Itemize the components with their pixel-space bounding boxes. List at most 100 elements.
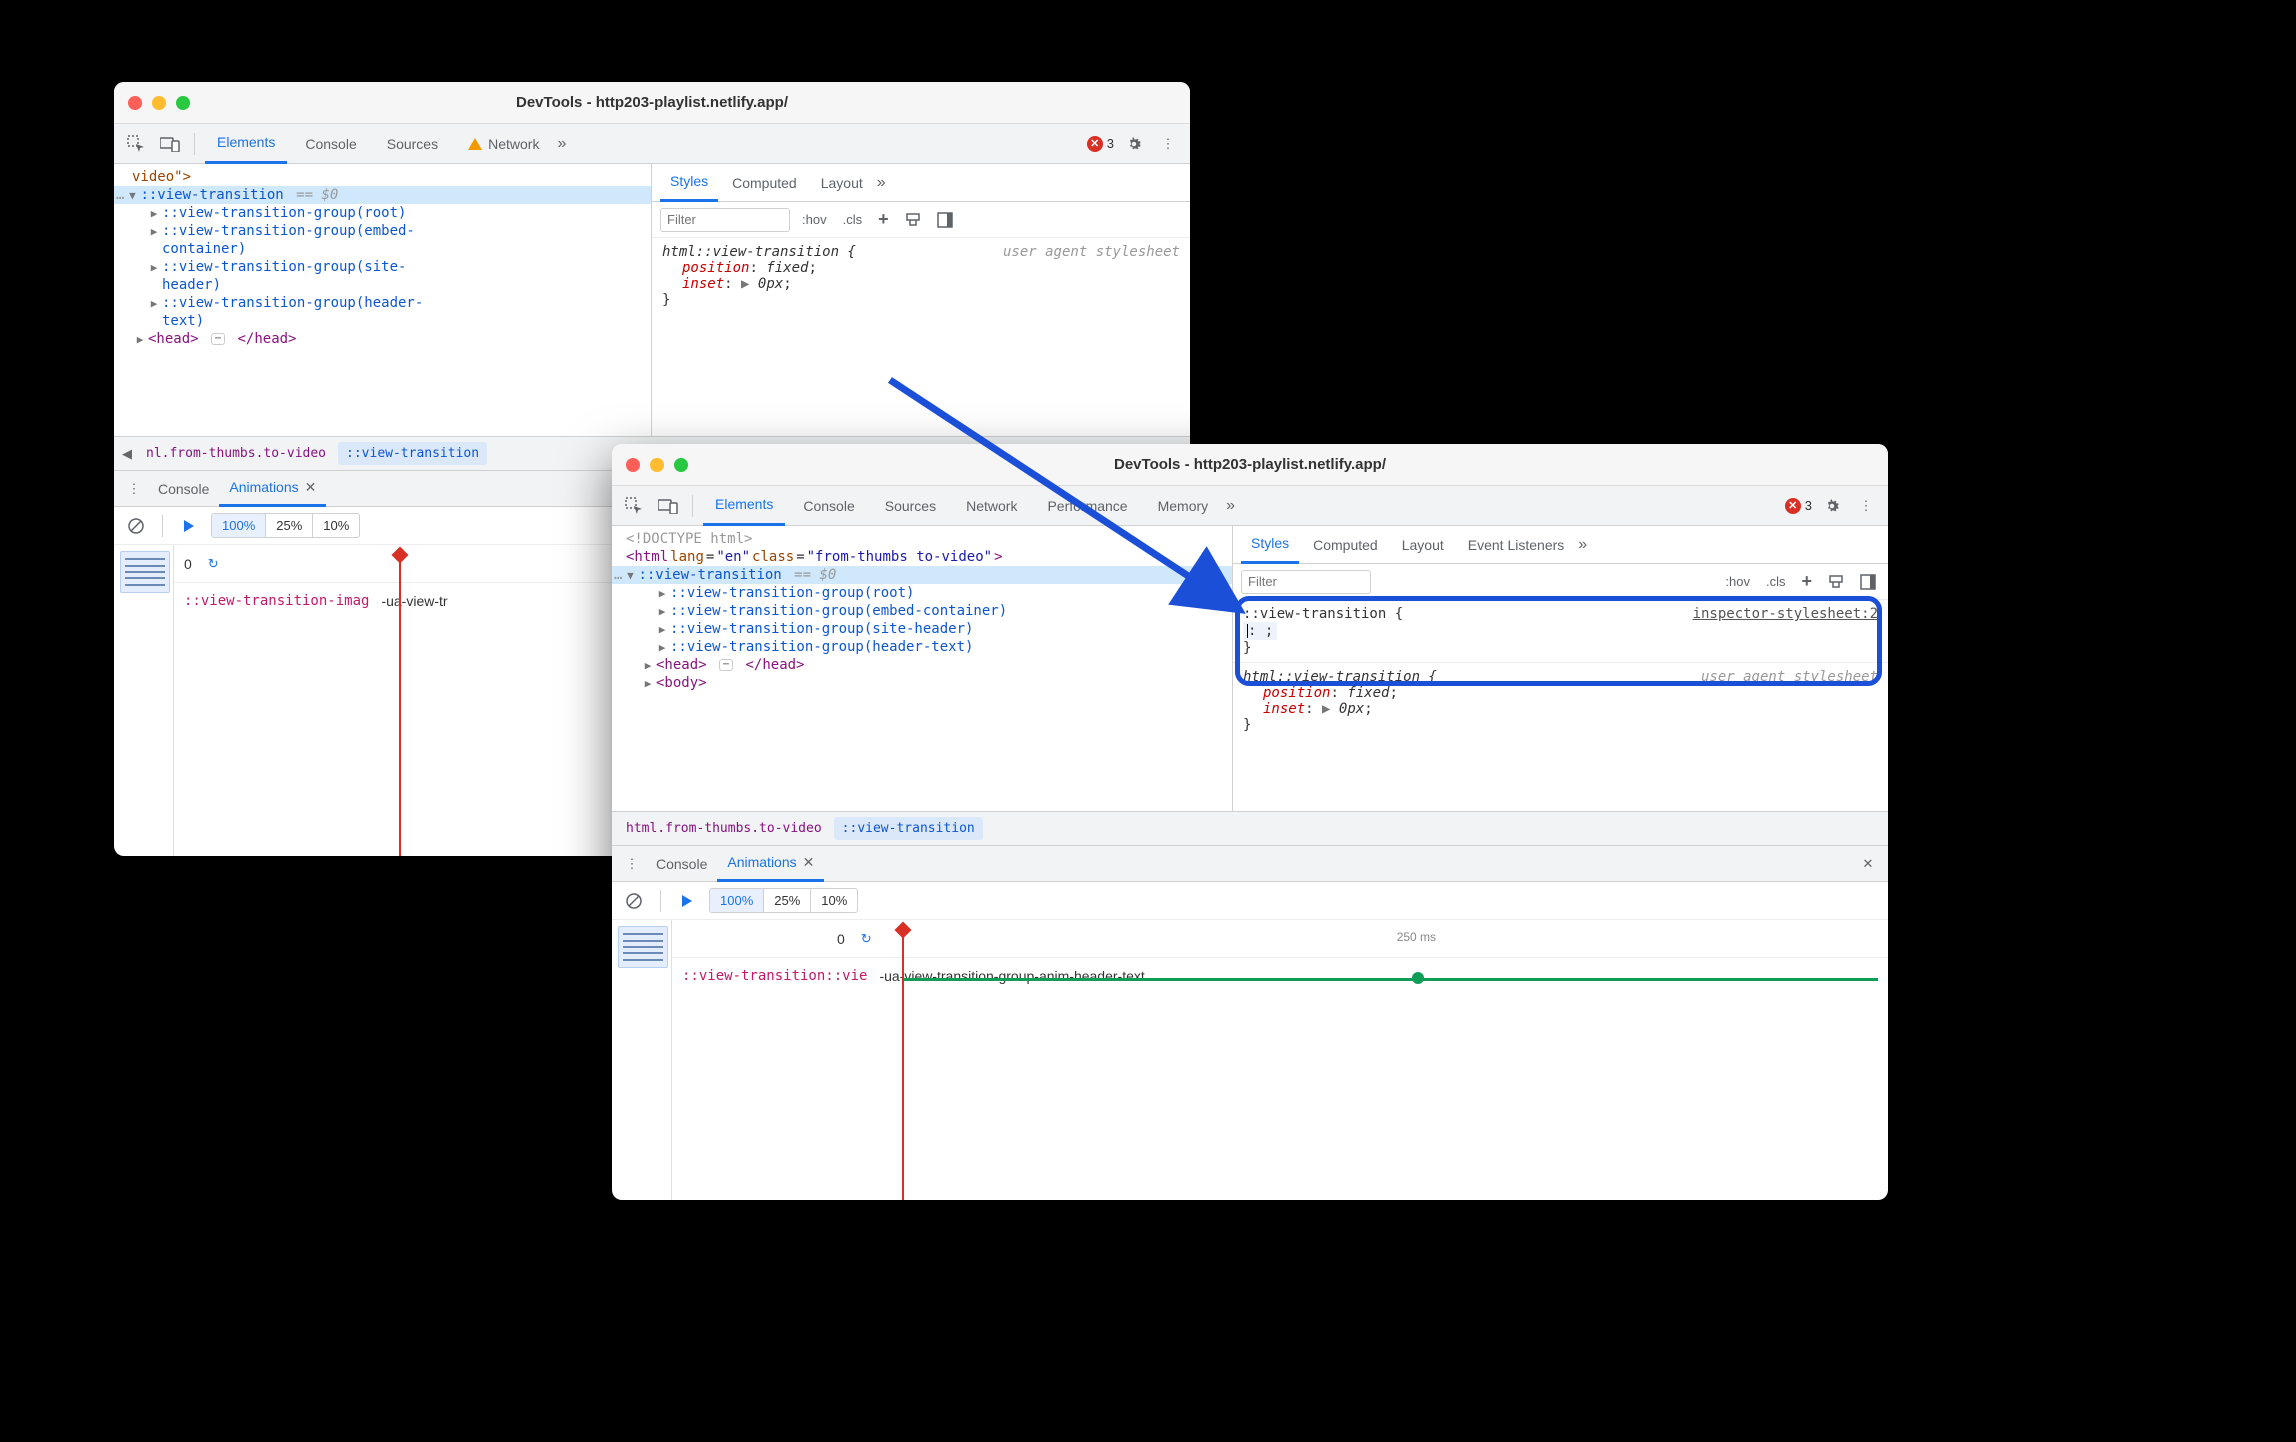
subtab-styles[interactable]: Styles <box>1241 526 1299 564</box>
tab-sources[interactable]: Sources <box>873 486 948 526</box>
cls-button[interactable]: .cls <box>839 210 867 229</box>
dom-tree[interactable]: <!DOCTYPE html> <html lang="en" class="f… <box>612 526 1232 811</box>
more-subtabs-icon[interactable]: » <box>877 174 886 192</box>
drawer-tab-console[interactable]: Console <box>646 846 717 882</box>
speed-10[interactable]: 10% <box>811 889 857 912</box>
new-rule-icon[interactable]: + <box>1797 569 1816 594</box>
drawer-tab-animations[interactable]: Animations✕ <box>219 471 326 507</box>
close-icon[interactable]: ✕ <box>305 479 317 496</box>
replay-icon[interactable]: ↻ <box>208 556 219 572</box>
styles-filter-input[interactable] <box>1241 570 1371 594</box>
clear-icon[interactable] <box>620 887 648 915</box>
dom-line[interactable]: ▶::view-transition-group(site-header) <box>612 620 1232 638</box>
error-count[interactable]: ✕ 3 <box>1785 498 1812 514</box>
crumb-item[interactable]: html.from-thumbs.to-video <box>618 817 830 840</box>
dom-line[interactable]: ▶::view-transition-group(site- <box>114 258 651 276</box>
tab-console[interactable]: Console <box>293 124 368 164</box>
crumb-item[interactable]: nl.from-thumbs.to-video <box>138 442 334 465</box>
css-rule[interactable]: html::view-transition {user agent styles… <box>1233 663 1888 739</box>
dom-line[interactable]: ▶::view-transition-group(embed- <box>114 222 651 240</box>
replay-icon[interactable]: ↻ <box>861 931 872 947</box>
zoom-icon[interactable] <box>674 458 688 472</box>
dom-line[interactable]: text) <box>114 312 651 330</box>
tab-performance[interactable]: Performance <box>1035 486 1139 526</box>
subtab-layout[interactable]: Layout <box>811 164 873 202</box>
device-toolbar-icon[interactable] <box>654 492 682 520</box>
tab-elements[interactable]: Elements <box>205 124 287 164</box>
speed-25[interactable]: 25% <box>266 514 313 537</box>
kebab-icon[interactable]: ⋮ <box>1154 130 1182 158</box>
inspect-element-icon[interactable] <box>122 130 150 158</box>
tab-sources[interactable]: Sources <box>375 124 450 164</box>
more-subtabs-icon[interactable]: » <box>1578 536 1587 554</box>
dom-line[interactable]: <html lang="en" class="from-thumbs to-vi… <box>612 548 1232 566</box>
drawer-kebab-icon[interactable]: ⋮ <box>618 850 646 878</box>
panel-toggle-icon[interactable] <box>933 210 957 230</box>
gear-icon[interactable] <box>1818 492 1846 520</box>
drawer-close-icon[interactable]: ✕ <box>1854 850 1882 878</box>
close-icon[interactable] <box>128 96 142 110</box>
subtab-event-listeners[interactable]: Event Listeners <box>1458 526 1575 564</box>
hov-button[interactable]: :hov <box>1721 572 1754 591</box>
dom-line-selected[interactable]: …▼::view-transition == $0 <box>114 186 651 204</box>
error-count[interactable]: ✕ 3 <box>1087 136 1114 152</box>
animation-timeline[interactable]: 0 ↻ 250 ms ::view-transition::vie-ua-vie… <box>672 920 1888 1200</box>
dom-tree[interactable]: video"> …▼::view-transition == $0 ▶::vie… <box>114 164 651 436</box>
brush-icon[interactable] <box>1824 572 1848 592</box>
track-line[interactable] <box>904 978 1878 981</box>
cls-button[interactable]: .cls <box>1762 572 1790 591</box>
play-icon[interactable] <box>175 512 203 540</box>
speed-25[interactable]: 25% <box>764 889 811 912</box>
clear-icon[interactable] <box>122 512 150 540</box>
minimize-icon[interactable] <box>152 96 166 110</box>
subtab-layout[interactable]: Layout <box>1392 526 1454 564</box>
css-rule[interactable]: html::view-transition {user agent styles… <box>652 238 1190 314</box>
panel-toggle-icon[interactable] <box>1856 572 1880 592</box>
dom-line[interactable]: ▶::view-transition-group(embed-container… <box>612 602 1232 620</box>
kebab-icon[interactable]: ⋮ <box>1852 492 1880 520</box>
minimize-icon[interactable] <box>650 458 664 472</box>
dom-line[interactable]: ▶<body> <box>612 674 1232 692</box>
drawer-tab-animations[interactable]: Animations✕ <box>717 846 824 882</box>
dom-line[interactable]: ▶<head> ⋯ </head> <box>612 656 1232 674</box>
gear-icon[interactable] <box>1120 130 1148 158</box>
dom-line[interactable]: video"> <box>114 168 651 186</box>
speed-100[interactable]: 100% <box>710 889 764 912</box>
dom-line[interactable]: ▶::view-transition-group(root) <box>612 584 1232 602</box>
speed-10[interactable]: 10% <box>313 514 359 537</box>
brush-icon[interactable] <box>901 210 925 230</box>
speed-segmented[interactable]: 100% 25% 10% <box>709 888 858 913</box>
css-edit-input[interactable]: : ; <box>1248 623 1273 639</box>
animation-list[interactable] <box>612 920 672 1200</box>
animation-thumb[interactable] <box>120 551 170 593</box>
drawer-kebab-icon[interactable]: ⋮ <box>120 475 148 503</box>
dom-line[interactable]: ▶::view-transition-group(header- <box>114 294 651 312</box>
tab-console[interactable]: Console <box>791 486 866 526</box>
play-icon[interactable] <box>673 887 701 915</box>
zoom-icon[interactable] <box>176 96 190 110</box>
tab-network[interactable]: Network <box>954 486 1029 526</box>
close-icon[interactable]: ✕ <box>803 854 815 871</box>
drawer-tab-console[interactable]: Console <box>148 471 219 507</box>
dom-line[interactable]: ▶::view-transition-group(root) <box>114 204 651 222</box>
inspect-element-icon[interactable] <box>620 492 648 520</box>
close-icon[interactable] <box>626 458 640 472</box>
tab-elements[interactable]: Elements <box>703 486 785 526</box>
playhead[interactable] <box>399 551 401 856</box>
dom-line[interactable]: ▶::view-transition-group(header-text) <box>612 638 1232 656</box>
more-tabs-icon[interactable]: » <box>1226 497 1235 515</box>
dom-line[interactable]: container) <box>114 240 651 258</box>
animation-list[interactable] <box>114 545 174 856</box>
speed-100[interactable]: 100% <box>212 514 266 537</box>
device-toolbar-icon[interactable] <box>156 130 184 158</box>
animation-thumb[interactable] <box>618 926 668 968</box>
track-keyframe[interactable] <box>1412 972 1424 984</box>
playhead[interactable] <box>902 926 904 1200</box>
subtab-computed[interactable]: Computed <box>1303 526 1388 564</box>
hov-button[interactable]: :hov <box>798 210 831 229</box>
dom-line[interactable]: ▶<head> ⋯ </head> <box>114 330 651 348</box>
subtab-computed[interactable]: Computed <box>722 164 807 202</box>
dom-line[interactable]: <!DOCTYPE html> <box>612 530 1232 548</box>
more-tabs-icon[interactable]: » <box>557 135 566 153</box>
dom-line-selected[interactable]: …▼::view-transition == $0 <box>612 566 1232 584</box>
